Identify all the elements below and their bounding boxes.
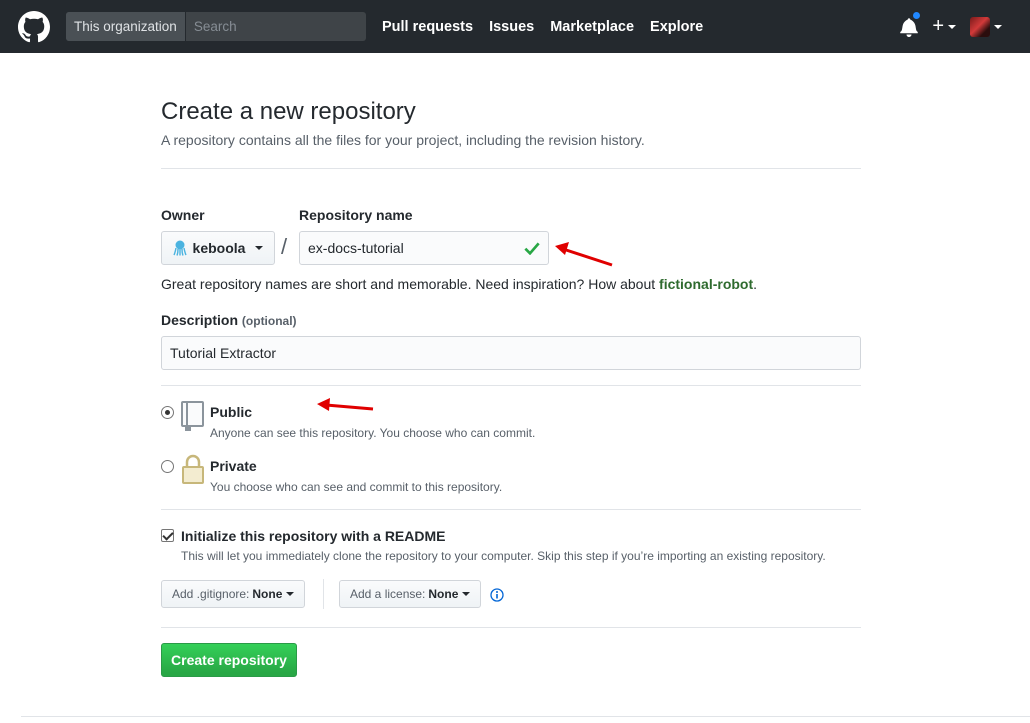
github-logo-icon[interactable] xyxy=(18,11,50,43)
gitignore-value: None xyxy=(252,587,283,601)
top-header: This organization Pull requests Issues M… xyxy=(0,0,1030,53)
caret-down-icon xyxy=(948,24,956,29)
readme-title: Initialize this repository with a README xyxy=(181,528,446,544)
footer-divider xyxy=(21,716,1030,717)
repo-name-label: Repository name xyxy=(299,207,413,223)
divider xyxy=(161,385,861,386)
divider xyxy=(161,168,861,169)
description-label-text: Description xyxy=(161,312,239,328)
description-label: Description (optional) xyxy=(161,312,297,328)
optional-tag: (optional) xyxy=(241,314,297,328)
plus-icon: + xyxy=(932,15,944,37)
header-actions: + xyxy=(900,0,1002,53)
public-description: Anyone can see this repository. You choo… xyxy=(210,426,536,440)
nav-issues[interactable]: Issues xyxy=(489,19,534,35)
repo-name-field xyxy=(299,231,549,265)
name-suggestion-link[interactable]: fictional-robot xyxy=(659,276,753,292)
divider xyxy=(161,627,861,628)
bell-icon xyxy=(900,17,919,37)
create-repository-button[interactable]: Create repository xyxy=(161,643,297,677)
repo-name-input[interactable] xyxy=(308,240,524,256)
nav-marketplace[interactable]: Marketplace xyxy=(550,19,634,35)
private-radio[interactable] xyxy=(161,460,174,473)
avatar xyxy=(970,16,990,37)
license-label: Add a license: xyxy=(350,587,426,601)
divider xyxy=(161,509,861,510)
readme-checkbox[interactable] xyxy=(161,529,174,542)
owner-label: Owner xyxy=(161,207,205,223)
caret-down-icon xyxy=(994,24,1002,29)
create-new-dropdown[interactable]: + xyxy=(932,15,956,38)
owner-repo-separator: / xyxy=(281,234,288,259)
annotation-arrow-icon xyxy=(317,398,374,411)
nav-explore[interactable]: Explore xyxy=(650,19,703,35)
nav-pull-requests[interactable]: Pull requests xyxy=(382,19,473,35)
public-radio[interactable] xyxy=(161,406,174,419)
octocat-icon xyxy=(172,240,187,256)
public-title: Public xyxy=(210,404,253,420)
hint-text: Great repository names are short and mem… xyxy=(161,276,660,292)
private-description: You choose who can see and commit to thi… xyxy=(210,480,503,494)
header-nav: Pull requests Issues Marketplace Explore xyxy=(382,0,703,53)
hint-end: . xyxy=(753,276,758,292)
owner-value: keboola xyxy=(192,240,246,256)
page-title: Create a new repository xyxy=(161,98,416,125)
lock-icon xyxy=(182,454,204,484)
search-scope-label[interactable]: This organization xyxy=(66,12,186,41)
license-dropdown[interactable]: Add a license: None xyxy=(339,580,482,608)
page-subtitle: A repository contains all the files for … xyxy=(161,132,645,148)
annotation-arrow-icon xyxy=(555,242,613,267)
owner-dropdown[interactable]: keboola xyxy=(161,231,275,265)
description-input[interactable] xyxy=(161,336,861,370)
repo-name-hint: Great repository names are short and mem… xyxy=(161,276,757,292)
user-menu-dropdown[interactable] xyxy=(970,16,1002,37)
caret-down-icon xyxy=(286,592,295,596)
caret-down-icon xyxy=(462,592,471,596)
info-icon[interactable] xyxy=(490,588,504,602)
unread-indicator xyxy=(912,10,922,20)
private-title: Private xyxy=(210,458,257,474)
search-input[interactable] xyxy=(185,12,366,41)
notifications-button[interactable] xyxy=(900,10,922,37)
repo-book-icon xyxy=(181,401,204,431)
vertical-divider xyxy=(323,579,324,609)
gitignore-dropdown[interactable]: Add .gitignore: None xyxy=(161,580,306,608)
header-search: This organization xyxy=(66,12,366,41)
readme-description: This will let you immediately clone the … xyxy=(181,549,826,563)
check-icon xyxy=(524,242,540,255)
license-value: None xyxy=(428,587,459,601)
gitignore-label: Add .gitignore: xyxy=(172,587,250,601)
caret-down-icon xyxy=(255,246,264,250)
